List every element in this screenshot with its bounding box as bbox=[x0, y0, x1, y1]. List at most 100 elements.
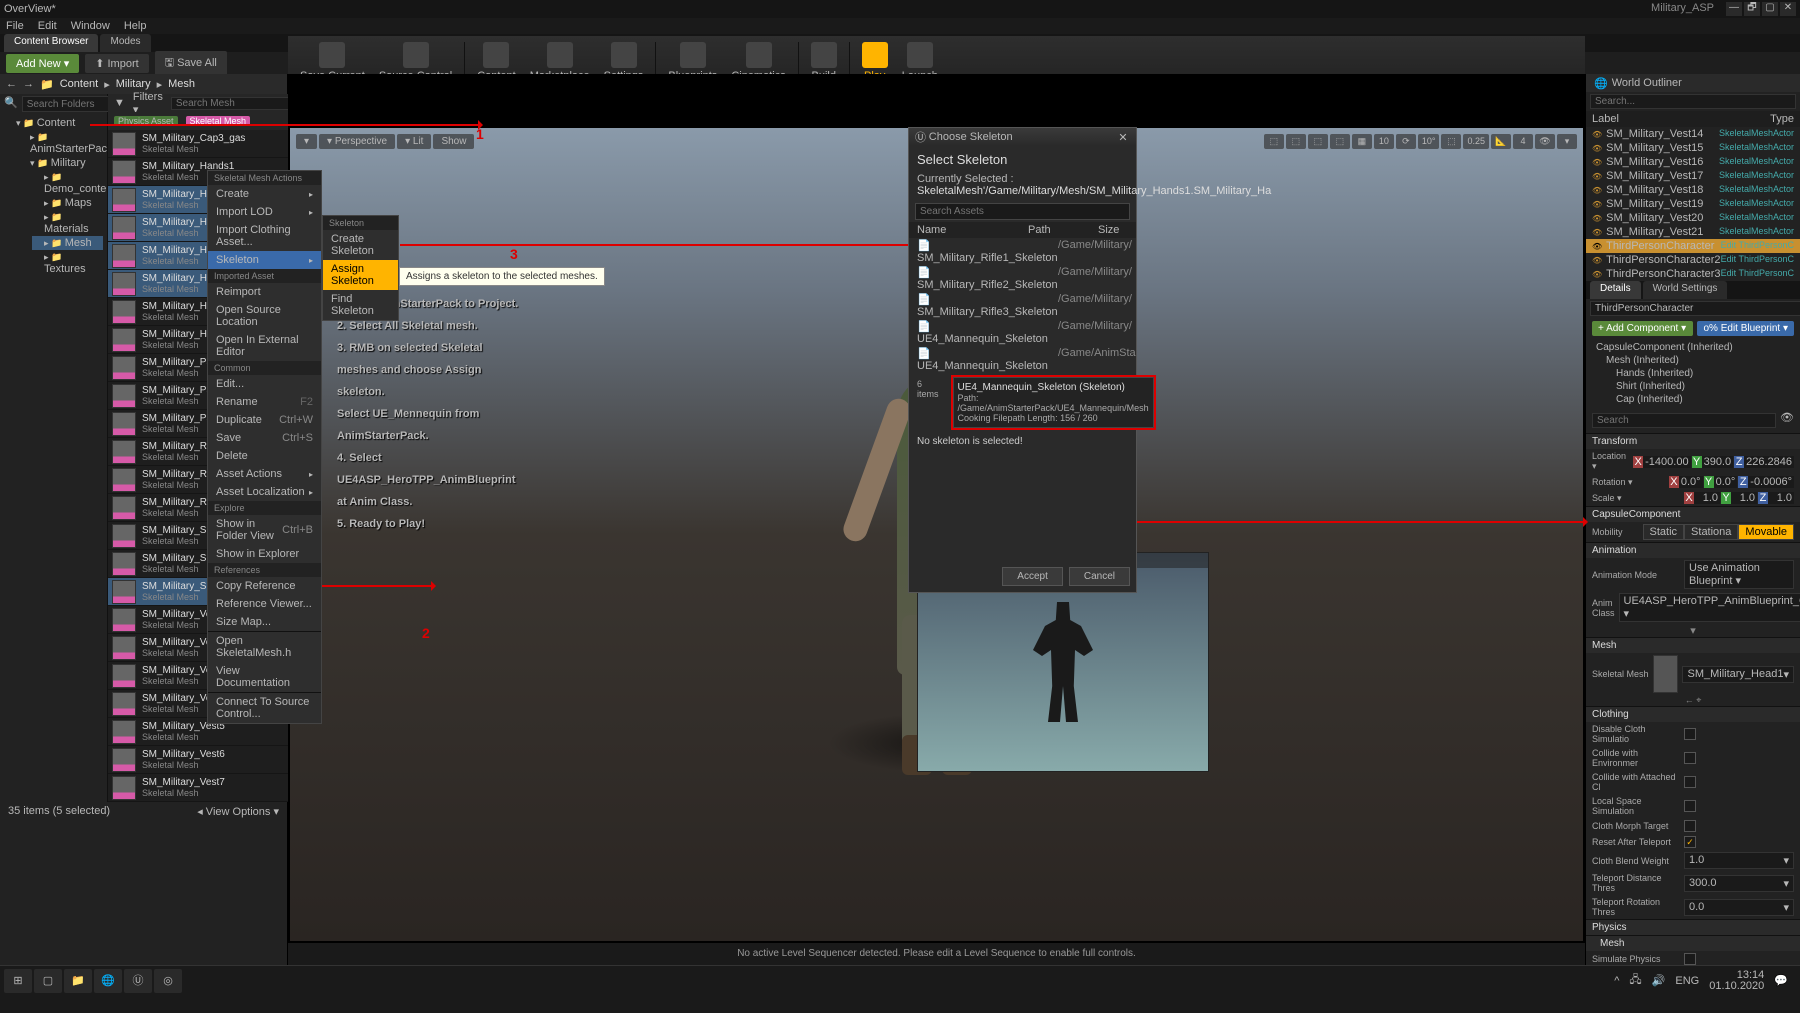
ctx-save[interactable]: SaveCtrl+S bbox=[208, 429, 321, 447]
checkbox[interactable] bbox=[1684, 836, 1696, 848]
tree-maps[interactable]: Maps bbox=[32, 196, 103, 210]
dialog-search-input[interactable] bbox=[915, 203, 1130, 220]
outliner-row[interactable]: 👁SM_Military_Vest18SkeletalMeshActor bbox=[1586, 183, 1800, 197]
ctx-ref-viewer[interactable]: Reference Viewer... bbox=[208, 595, 321, 613]
tree-military[interactable]: Military bbox=[18, 156, 103, 170]
viewport-tool[interactable]: ⬚ bbox=[1441, 134, 1461, 149]
outliner-row[interactable]: 👁SM_Military_Vest21SkeletalMeshActor bbox=[1586, 225, 1800, 239]
ctx-size-map[interactable]: Size Map... bbox=[208, 613, 321, 631]
visibility-icon[interactable]: 👁 bbox=[1592, 130, 1602, 139]
add-new-button[interactable]: Add New ▾ bbox=[6, 54, 79, 73]
skeleton-item[interactable]: 📄 SM_Military_Rifle2_Skeleton/Game/Milit… bbox=[909, 265, 1136, 292]
rot-x[interactable]: 0.0° bbox=[1679, 476, 1703, 488]
ctx-show-explorer[interactable]: Show in Explorer bbox=[208, 545, 321, 563]
breadcrumb-military[interactable]: Military bbox=[116, 78, 151, 90]
ctx-open-header[interactable]: Open SkeletalMesh.h bbox=[208, 632, 321, 662]
breadcrumb-mesh[interactable]: Mesh bbox=[168, 78, 195, 90]
ctx-view-doc[interactable]: View Documentation bbox=[208, 662, 321, 692]
loc-y[interactable]: 390.0 bbox=[1702, 456, 1734, 468]
viewport-tool[interactable]: 10 bbox=[1374, 134, 1394, 149]
nav-fwd-icon[interactable]: → bbox=[23, 78, 34, 90]
actor-name-field[interactable] bbox=[1590, 301, 1800, 316]
viewport-tool[interactable]: ⟳ bbox=[1396, 134, 1416, 149]
tree-textures[interactable]: Textures bbox=[32, 250, 103, 276]
close-button[interactable]: ✕ bbox=[1780, 2, 1796, 16]
animation-mode-dropdown[interactable]: Use Animation Blueprint ▾ bbox=[1684, 560, 1794, 589]
tray-up-icon[interactable]: ^ bbox=[1614, 975, 1619, 987]
rot-y[interactable]: 0.0° bbox=[1714, 476, 1738, 488]
ctx-rename[interactable]: RenameF2 bbox=[208, 393, 321, 411]
section-mesh[interactable]: Mesh bbox=[1586, 637, 1800, 653]
mobility-movable[interactable]: Movable bbox=[1738, 524, 1794, 540]
vp-perspective[interactable]: ▾ Perspective bbox=[319, 134, 395, 149]
ctx-create[interactable]: Create▸ bbox=[208, 185, 321, 203]
ctx-delete[interactable]: Delete bbox=[208, 447, 321, 465]
unreal-icon[interactable]: Ⓤ bbox=[124, 969, 152, 993]
skeleton-item[interactable]: 📄 UE4_Mannequin_Skeleton/Game/AnimSta bbox=[909, 346, 1136, 373]
scale-y[interactable]: 1.0 bbox=[1731, 492, 1757, 504]
outliner-row[interactable]: 👁SM_Military_Vest16SkeletalMeshActor bbox=[1586, 155, 1800, 169]
comp-cap[interactable]: Cap (Inherited) bbox=[1592, 393, 1794, 406]
volume-icon[interactable]: 🔊 bbox=[1652, 974, 1666, 987]
save-all-button[interactable]: 🖫 Save All bbox=[155, 51, 227, 76]
tab-world-settings[interactable]: World Settings bbox=[1643, 281, 1728, 299]
ctx-import-clothing[interactable]: Import Clothing Asset... bbox=[208, 221, 321, 251]
section-physics[interactable]: Physics bbox=[1586, 919, 1800, 935]
menu-window[interactable]: Window bbox=[71, 20, 110, 32]
add-component-button[interactable]: + Add Component ▾ bbox=[1592, 321, 1693, 336]
tab-details[interactable]: Details bbox=[1590, 281, 1641, 299]
col-type[interactable]: Type bbox=[1714, 113, 1794, 125]
submenu-create-skeleton[interactable]: Create Skeleton bbox=[323, 230, 398, 260]
viewport-tool[interactable]: ▦ bbox=[1352, 134, 1372, 149]
outliner-row[interactable]: 👁SM_Military_Vest14SkeletalMeshActor bbox=[1586, 127, 1800, 141]
ctx-copy-ref[interactable]: Copy Reference bbox=[208, 577, 321, 595]
col-label[interactable]: Label bbox=[1592, 113, 1714, 125]
visibility-icon[interactable]: 👁 bbox=[1592, 256, 1602, 265]
comp-shirt[interactable]: Shirt (Inherited) bbox=[1592, 380, 1794, 393]
loc-z[interactable]: 226.2846 bbox=[1744, 456, 1794, 468]
ctx-reimport[interactable]: Reimport bbox=[208, 283, 321, 301]
minimize-button[interactable]: — bbox=[1726, 2, 1742, 16]
ctx-edit[interactable]: Edit... bbox=[208, 375, 321, 393]
outliner-row[interactable]: 👁ThirdPersonCharacter2Edit ThirdPersonC bbox=[1586, 253, 1800, 267]
maximize-button[interactable]: ▢ bbox=[1762, 2, 1778, 16]
viewport-tool[interactable]: ⬚ bbox=[1330, 134, 1350, 149]
checkbox[interactable] bbox=[1684, 728, 1696, 740]
outliner-row[interactable]: 👁SM_Military_Vest19SkeletalMeshActor bbox=[1586, 197, 1800, 211]
checkbox[interactable] bbox=[1684, 752, 1696, 764]
restore-button[interactable]: 🗗 bbox=[1744, 2, 1760, 16]
vp-lit[interactable]: ▾ Lit bbox=[397, 134, 431, 149]
teleport-rotation[interactable]: 0.0▾ bbox=[1684, 899, 1794, 916]
vp-show[interactable]: Show bbox=[433, 134, 474, 149]
tree-animstarterpack[interactable]: AnimStarterPack bbox=[18, 130, 103, 156]
notifications-icon[interactable]: 💬 bbox=[1774, 974, 1788, 987]
tree-demo[interactable]: Demo_content bbox=[32, 170, 103, 196]
visibility-icon[interactable]: 👁 bbox=[1592, 186, 1602, 195]
clock-time[interactable]: 13:14 bbox=[1709, 970, 1764, 981]
dialog-cancel-button[interactable]: Cancel bbox=[1069, 567, 1130, 586]
visibility-icon[interactable]: 👁 bbox=[1592, 270, 1602, 279]
ctx-asset-loc[interactable]: Asset Localization▸ bbox=[208, 483, 321, 501]
visibility-icon[interactable]: 👁 bbox=[1592, 214, 1602, 223]
ctx-duplicate[interactable]: DuplicateCtrl+W bbox=[208, 411, 321, 429]
mobility-static[interactable]: Static bbox=[1643, 524, 1685, 540]
mobility-stationary[interactable]: Stationa bbox=[1684, 524, 1738, 540]
breadcrumb-content[interactable]: Content bbox=[60, 78, 99, 90]
lang-indicator[interactable]: ENG bbox=[1675, 975, 1699, 987]
simulate-physics-cb[interactable] bbox=[1684, 953, 1696, 965]
menu-edit[interactable]: Edit bbox=[38, 20, 57, 32]
eye-icon[interactable]: 👁 bbox=[1780, 411, 1794, 430]
skeleton-item[interactable]: 📄 SM_Military_Rifle1_Skeleton/Game/Milit… bbox=[909, 238, 1136, 265]
visibility-icon[interactable]: 👁 bbox=[1592, 144, 1602, 153]
menu-help[interactable]: Help bbox=[124, 20, 147, 32]
filter-icon[interactable]: ▼ bbox=[114, 97, 125, 109]
ctx-open-external[interactable]: Open In External Editor bbox=[208, 331, 321, 361]
submenu-find-skeleton[interactable]: Find Skeleton bbox=[323, 290, 398, 320]
dialog-accept-button[interactable]: Accept bbox=[1002, 567, 1063, 586]
section-physics-mesh[interactable]: Mesh bbox=[1586, 935, 1800, 951]
checkbox[interactable] bbox=[1684, 800, 1696, 812]
browser-icon[interactable]: 🌐 bbox=[94, 969, 122, 993]
view-options[interactable]: ◂ View Options ▾ bbox=[197, 805, 279, 818]
visibility-icon[interactable]: 👁 bbox=[1592, 158, 1602, 167]
taskview-button[interactable]: ▢ bbox=[34, 969, 62, 993]
